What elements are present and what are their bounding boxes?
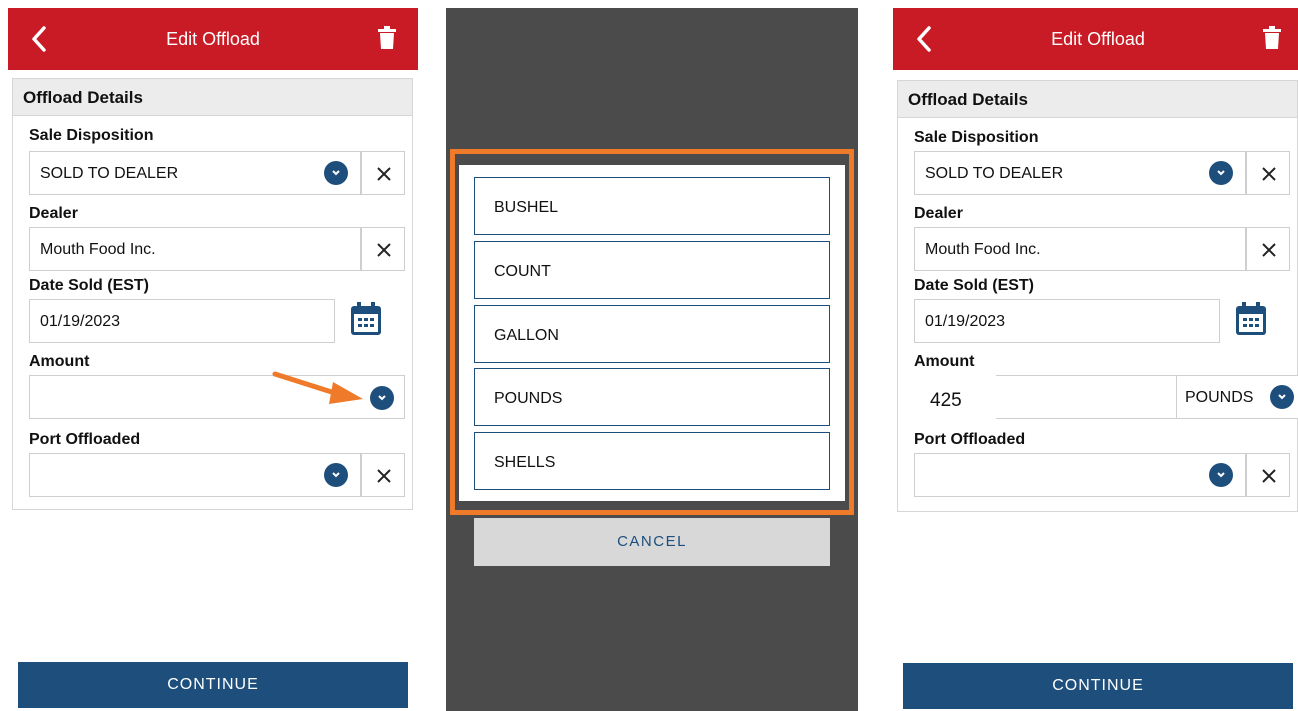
trash-icon <box>1263 26 1281 49</box>
app-header: Edit Offload <box>8 8 418 70</box>
port-offloaded-select[interactable] <box>29 453 361 497</box>
section-title: Offload Details <box>13 79 412 116</box>
pointer-arrow-icon <box>272 371 363 404</box>
unit-option-gallon[interactable]: GALLON <box>474 305 830 363</box>
date-sold-field[interactable]: 01/19/2023 <box>914 299 1220 343</box>
page-title: Edit Offload <box>166 29 260 49</box>
continue-button[interactable]: CONTINUE <box>903 663 1293 709</box>
offload-details-panel: Offload Details Sale Disposition SOLD TO… <box>12 78 413 510</box>
chevron-down-icon[interactable] <box>324 463 348 487</box>
port-offloaded-label: Port Offloaded <box>914 431 1026 448</box>
sale-disposition-select[interactable]: SOLD TO DEALER <box>29 151 361 195</box>
cancel-button[interactable]: CANCEL <box>474 518 830 566</box>
section-title: Offload Details <box>898 81 1297 118</box>
sale-disposition-clear-button[interactable] <box>361 151 405 195</box>
amount-label: Amount <box>914 353 975 370</box>
dealer-field[interactable]: Mouth Food Inc. <box>914 227 1246 271</box>
amount-unit-value: POUNDS <box>1185 389 1254 406</box>
page-title: Edit Offload <box>1051 29 1145 49</box>
unit-picker-modal: BUSHEL COUNT GALLON POUNDS SHELLS <box>459 165 845 501</box>
chevron-down-icon[interactable] <box>1209 463 1233 487</box>
unit-picker-overlay: BUSHEL COUNT GALLON POUNDS SHELLS CANCEL <box>446 8 858 711</box>
chevron-down-icon[interactable] <box>324 161 348 185</box>
close-icon <box>1262 469 1276 483</box>
app-header: Edit Offload <box>893 8 1298 70</box>
amount-row: 425 POUNDS <box>914 375 1298 419</box>
edit-offload-screen-before: Edit Offload Offload Details Sale Dispos… <box>8 8 418 711</box>
trash-icon <box>378 26 396 49</box>
date-sold-label: Date Sold (EST) <box>914 277 1035 294</box>
date-sold-field[interactable]: 01/19/2023 <box>29 299 335 343</box>
amount-label: Amount <box>29 353 90 370</box>
dealer-label: Dealer <box>29 205 78 222</box>
dealer-field[interactable]: Mouth Food Inc. <box>29 227 361 271</box>
dealer-clear-button[interactable] <box>361 227 405 271</box>
delete-button[interactable] <box>1263 26 1281 50</box>
dealer-value: Mouth Food Inc. <box>40 241 156 258</box>
chevron-down-icon[interactable] <box>1270 385 1294 409</box>
calendar-button[interactable] <box>1234 301 1268 337</box>
sale-disposition-value: SOLD TO DEALER <box>40 165 179 182</box>
calendar-icon <box>1236 302 1266 335</box>
date-sold-label: Date Sold (EST) <box>29 277 150 294</box>
date-sold-value: 01/19/2023 <box>40 313 121 330</box>
unit-option-bushel[interactable]: BUSHEL <box>474 177 830 235</box>
sale-disposition-label: Sale Disposition <box>29 127 154 144</box>
dealer-clear-button[interactable] <box>1246 227 1290 271</box>
port-offloaded-select[interactable] <box>914 453 1246 497</box>
delete-button[interactable] <box>378 26 396 50</box>
close-icon <box>377 243 391 257</box>
amount-unit-select[interactable]: POUNDS <box>1176 375 1298 419</box>
sale-disposition-clear-button[interactable] <box>1246 151 1290 195</box>
close-icon <box>377 469 391 483</box>
port-offloaded-clear-button[interactable] <box>361 453 405 497</box>
chevron-down-icon[interactable] <box>1209 161 1233 185</box>
calendar-button[interactable] <box>349 301 383 337</box>
offload-details-panel: Offload Details Sale Disposition SOLD TO… <box>897 80 1298 512</box>
unit-option-pounds[interactable]: POUNDS <box>474 368 830 426</box>
close-icon <box>377 167 391 181</box>
date-sold-value: 01/19/2023 <box>925 313 1006 330</box>
close-icon <box>1262 167 1276 181</box>
sale-disposition-label: Sale Disposition <box>914 129 1039 146</box>
calendar-icon <box>351 302 381 335</box>
port-offloaded-label: Port Offloaded <box>29 431 141 448</box>
dealer-value: Mouth Food Inc. <box>925 241 1041 258</box>
unit-option-count[interactable]: COUNT <box>474 241 830 299</box>
edit-offload-screen-after: Edit Offload Offload Details Sale Dispos… <box>893 8 1298 711</box>
sale-disposition-value: SOLD TO DEALER <box>925 165 1064 182</box>
close-icon <box>1262 243 1276 257</box>
continue-button[interactable]: CONTINUE <box>18 662 408 708</box>
amount-input[interactable]: 425 <box>930 390 962 412</box>
dealer-label: Dealer <box>914 205 963 222</box>
unit-option-shells[interactable]: SHELLS <box>474 432 830 490</box>
sale-disposition-select[interactable]: SOLD TO DEALER <box>914 151 1246 195</box>
port-offloaded-clear-button[interactable] <box>1246 453 1290 497</box>
amount-input-border <box>996 375 1178 419</box>
chevron-down-icon[interactable] <box>370 386 394 410</box>
